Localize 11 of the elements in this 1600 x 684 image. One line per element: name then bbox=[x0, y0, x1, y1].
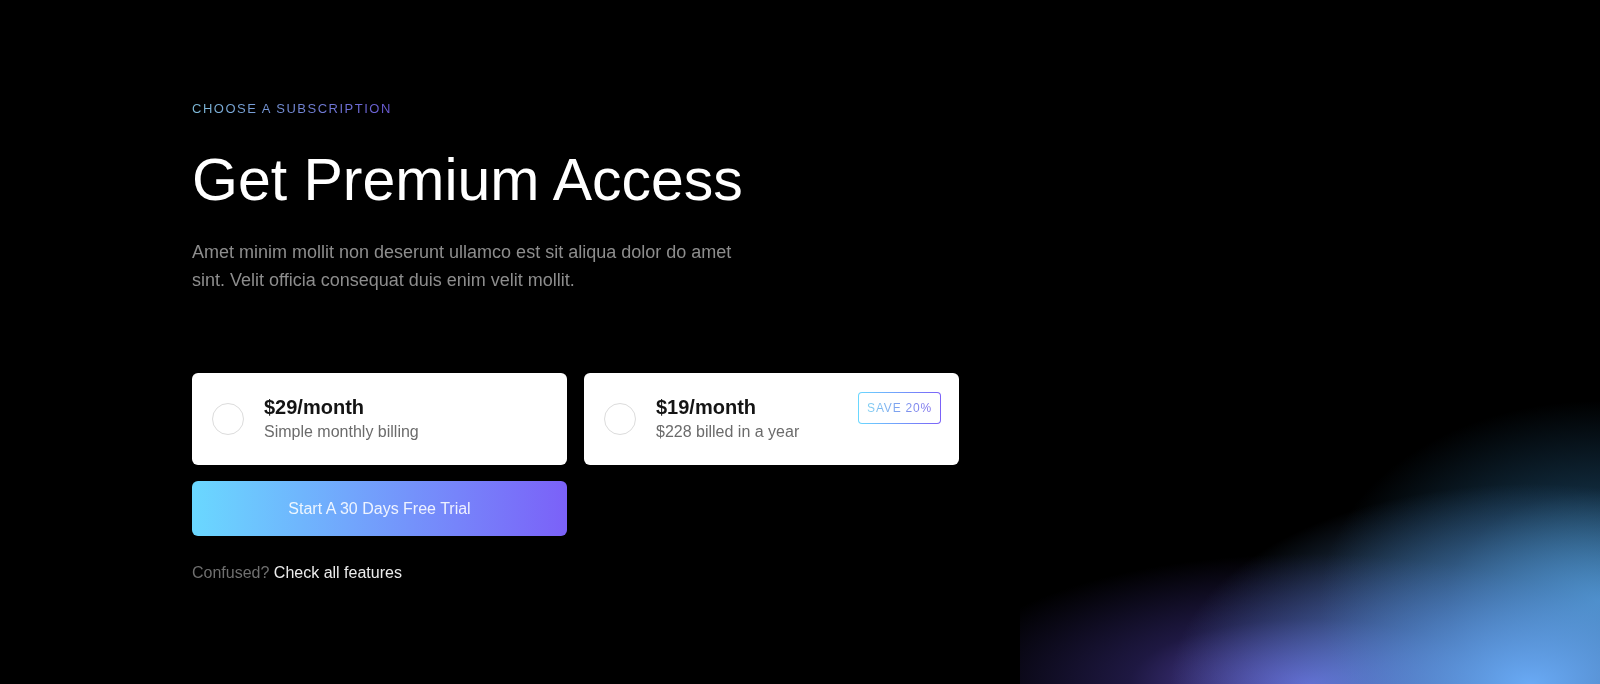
plan-price: $29/month bbox=[264, 395, 366, 420]
prompt-text: Confused? bbox=[192, 564, 270, 581]
description-text: Amet minim mollit non deserunt ullamco est sit aliqua dolor do amet sint. Velit officia consequat duis enim velit mollit. bbox=[192, 241, 733, 292]
plan-note: $228 billed in a year bbox=[656, 422, 800, 442]
plan-price: $19/month bbox=[656, 395, 758, 420]
plan-option-card[interactable]: $19/month $228 billed in a year SAVE 20% bbox=[584, 373, 959, 465]
plan-note: Simple monthly billing bbox=[264, 422, 419, 442]
page-title: Get Premium Access bbox=[192, 146, 744, 215]
plan-option-card[interactable]: $29/month Simple monthly billing bbox=[192, 373, 567, 465]
features-link[interactable]: Check all features bbox=[273, 564, 402, 581]
discount-badge: SAVE 20% bbox=[858, 392, 941, 424]
